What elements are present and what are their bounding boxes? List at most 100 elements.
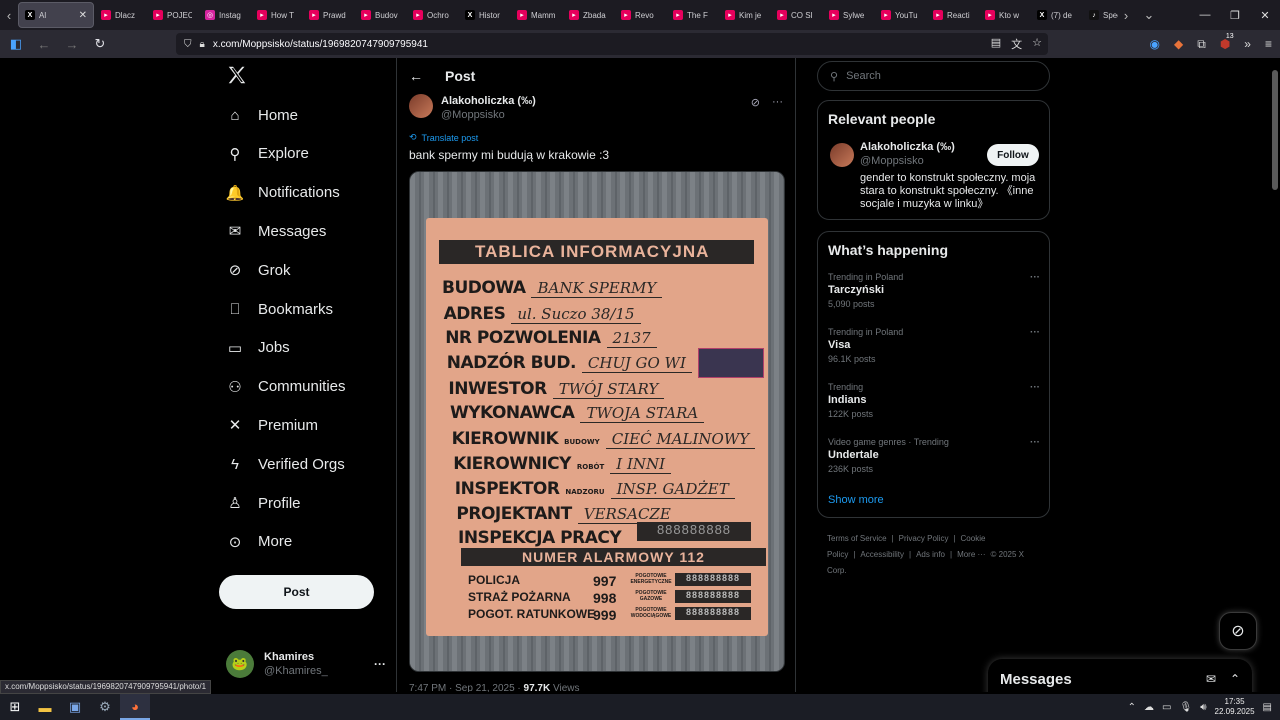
footer-link[interactable]: Privacy Policy: [899, 534, 949, 543]
browser-tab[interactable]: X (7) de: [1031, 2, 1082, 28]
browser-tab[interactable]: ▸ Mamm: [511, 2, 562, 28]
nav-item-jobs[interactable]: ▭ Jobs: [226, 334, 290, 362]
app-icon[interactable]: ▣: [60, 694, 90, 720]
scrollbar-thumb[interactable]: [1272, 70, 1278, 190]
more-dots-icon[interactable]: ···: [1030, 327, 1040, 338]
cloud-icon[interactable]: ☁: [1144, 702, 1154, 713]
translate-icon[interactable]: 文: [1011, 36, 1022, 52]
reader-view-icon[interactable]: ▤: [991, 36, 1001, 52]
minimize-window-button[interactable]: —: [1190, 0, 1220, 30]
browser-tab[interactable]: ▸ Ochro: [407, 2, 458, 28]
browser-tab[interactable]: ▸ CO SI: [771, 2, 822, 28]
nav-item-more[interactable]: ⊙ More: [226, 528, 292, 556]
footer-link[interactable]: More ···: [957, 550, 985, 559]
browser-tab[interactable]: ◎ Instag: [199, 2, 250, 28]
follow-button[interactable]: Follow: [987, 144, 1039, 166]
nav-item-messages[interactable]: ✉ Messages: [226, 217, 327, 245]
relevant-person-handle[interactable]: @Moppsisko: [860, 155, 924, 167]
browser-tab[interactable]: X Al ✕: [18, 2, 94, 28]
author-name[interactable]: Alakoholiczka (‰): [441, 94, 536, 108]
browser-tab[interactable]: ▸ POJEC: [147, 2, 198, 28]
nav-item-notifications[interactable]: 🔔 Notifications: [226, 179, 340, 207]
sidebar-toggle-icon[interactable]: ◧: [4, 32, 28, 56]
footer-link[interactable]: Ads info: [916, 550, 945, 559]
nav-item-home[interactable]: ⌂ Home: [226, 101, 298, 129]
more-dots-icon[interactable]: ···: [1030, 272, 1040, 283]
windows-start-icon[interactable]: ⊞: [0, 694, 30, 720]
back-arrow-icon[interactable]: ←: [409, 68, 423, 84]
avatar[interactable]: [409, 94, 433, 118]
nav-item-profile[interactable]: ♙ Profile: [226, 489, 300, 517]
trend-item[interactable]: Video game genres · Trending Undertale 236…: [828, 437, 1040, 474]
search-input[interactable]: ⚲ Search: [817, 61, 1050, 91]
speaker-icon[interactable]: 🔊︎: [1200, 702, 1206, 713]
tab-scroll-left-button[interactable]: ‹: [0, 0, 18, 30]
more-dots-icon[interactable]: ···: [772, 96, 783, 109]
relevant-person-name[interactable]: Alakoholiczka (‰): [860, 141, 955, 153]
extension-shield-icon[interactable]: ◉: [1150, 37, 1160, 51]
post-author[interactable]: Alakoholiczka (‰) @Moppsisko: [409, 94, 536, 122]
maximize-window-button[interactable]: ❐: [1220, 0, 1250, 30]
tab-scroll-right-button[interactable]: ›: [1117, 0, 1135, 30]
url-bar[interactable]: ⛉ 🔒︎ x.com/Moppsisko/status/196982074790…: [176, 33, 1048, 55]
avatar[interactable]: [830, 143, 854, 167]
browser-tab[interactable]: ♪ Spee: [1083, 2, 1118, 28]
browser-tab[interactable]: ▸ YouTu: [875, 2, 926, 28]
forward-button[interactable]: →: [60, 32, 84, 56]
file-explorer-icon[interactable]: ▬: [30, 694, 60, 720]
nav-item-grok[interactable]: ⊘ Grok: [226, 256, 291, 284]
extension-fox-icon[interactable]: ◆: [1174, 37, 1183, 51]
trend-item[interactable]: Trending Indians 122K posts ···: [828, 382, 1040, 419]
extensions-puzzle-icon[interactable]: ⧉: [1197, 37, 1206, 52]
footer-link[interactable]: Accessibility: [860, 550, 904, 559]
expand-up-icon[interactable]: ⌃: [1230, 672, 1240, 686]
page-scrollbar[interactable]: [1270, 58, 1280, 692]
show-more-link[interactable]: Show more: [828, 494, 884, 506]
app-menu-icon[interactable]: ≡: [1265, 37, 1272, 51]
post-button[interactable]: Post: [219, 575, 374, 609]
tray-chevron-icon[interactable]: ⌃: [1128, 702, 1136, 713]
overflow-menu-icon[interactable]: »: [1244, 37, 1251, 51]
post-photo[interactable]: TABLICA INFORMACYJNA BUDOWA BANK SPERMY AD…: [409, 171, 785, 672]
browser-tab[interactable]: ▸ Dlacz: [95, 2, 146, 28]
translate-post-link[interactable]: ⟲ Translate post: [409, 132, 478, 143]
x-logo-icon[interactable]: [226, 64, 248, 86]
browser-tab[interactable]: ▸ How T: [251, 2, 302, 28]
close-tab-icon[interactable]: ✕: [79, 10, 87, 21]
trend-item[interactable]: Trending in Poland Visa 96.1K posts ···: [828, 327, 1040, 364]
lock-icon[interactable]: 🔒︎: [200, 39, 205, 50]
drive-icon[interactable]: ▭: [1162, 702, 1171, 713]
post-timestamp[interactable]: 7:47 PM · Sep 21, 2025 ·: [409, 683, 524, 692]
messages-drawer[interactable]: Messages ✉ ⌃: [988, 659, 1252, 692]
clock[interactable]: 17:35 22.09.2025: [1215, 697, 1255, 717]
author-handle[interactable]: @Moppsisko: [441, 108, 536, 122]
browser-tab[interactable]: ▸ Sylwe: [823, 2, 874, 28]
grok-icon[interactable]: ⊘: [751, 96, 760, 109]
back-button[interactable]: ←: [32, 32, 56, 56]
steam-icon[interactable]: ⚙: [90, 694, 120, 720]
firefox-icon[interactable]: ◕: [120, 694, 150, 720]
ublock-icon[interactable]: ⬢ 13: [1220, 33, 1234, 51]
list-all-tabs-button[interactable]: ⌄: [1140, 0, 1158, 30]
nav-item-communities[interactable]: ⚇ Communities: [226, 373, 345, 401]
notifications-icon[interactable]: ▤: [1263, 702, 1272, 713]
browser-tab[interactable]: ▸ Kto w: [979, 2, 1030, 28]
account-switcher[interactable]: 🐸 Khamires @Khamires_ ···: [226, 646, 386, 682]
more-dots-icon[interactable]: ···: [1030, 382, 1040, 393]
trend-item[interactable]: Trending in Poland Tarczyński 5,090 posts ·…: [828, 272, 1040, 309]
browser-tab[interactable]: ▸ Prawd: [303, 2, 354, 28]
nav-item-verified-orgs[interactable]: ϟ Verified Orgs: [226, 450, 345, 478]
browser-tab[interactable]: ▸ The F: [667, 2, 718, 28]
nav-item-premium[interactable]: ✕ Premium: [226, 411, 318, 439]
shield-icon[interactable]: ⛉: [184, 39, 192, 50]
browser-tab[interactable]: ▸ Reacti: [927, 2, 978, 28]
grok-floating-button[interactable]: ⊘: [1219, 612, 1257, 650]
microphone-icon[interactable]: 🎙︎: [1179, 702, 1192, 713]
more-dots-icon[interactable]: ···: [374, 657, 386, 671]
nav-item-bookmarks[interactable]: ⎕ Bookmarks: [226, 295, 333, 323]
browser-tab[interactable]: ▸ Revo: [615, 2, 666, 28]
browser-tab[interactable]: X Histor: [459, 2, 510, 28]
footer-link[interactable]: Terms of Service: [827, 534, 887, 543]
browser-tab[interactable]: ▸ Kim je: [719, 2, 770, 28]
close-window-button[interactable]: ✕: [1250, 0, 1280, 30]
